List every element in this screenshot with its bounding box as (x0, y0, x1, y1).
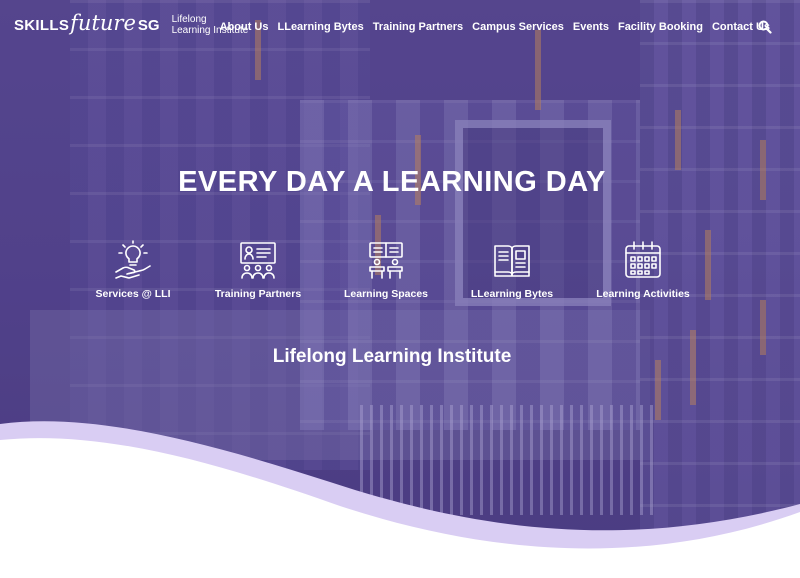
site-header: SKILLS future SG Lifelong Learning Insti… (0, 0, 800, 54)
search-icon[interactable] (758, 20, 772, 34)
calendar-icon (578, 240, 708, 280)
feature-services-label: Services @ LLI (95, 288, 171, 300)
logo-sg-text: SG (137, 16, 160, 34)
feature-learning-spaces[interactable]: Learning Spaces (321, 240, 451, 300)
nav-llearning-bytes[interactable]: LLearning Bytes (278, 21, 364, 33)
logo-skills-text: SKILLS (14, 16, 70, 34)
nav-about-us[interactable]: About Us (220, 21, 269, 33)
feature-links: Services @ LLI Training Partners Learnin… (0, 240, 800, 320)
main-nav: About Us LLearning Bytes Training Partne… (211, 21, 770, 33)
hero-headline: EVERY DAY A LEARNING DAY (178, 166, 606, 198)
nav-facility-booking[interactable]: Facility Booking (618, 21, 703, 33)
nav-events[interactable]: Events (573, 21, 609, 33)
bottom-wave (0, 421, 800, 578)
book-icon (447, 240, 577, 280)
feature-learning-spaces-label: Learning Spaces (343, 288, 429, 300)
feature-training-partners-label: Training Partners (214, 288, 302, 300)
lightbulb-hand-icon (68, 240, 198, 280)
feature-llearning-bytes-label: LLearning Bytes (470, 288, 554, 300)
nav-campus-services[interactable]: Campus Services (472, 21, 564, 33)
presentation-icon (193, 240, 323, 280)
logo-subtitle-line1: Lifelong (171, 14, 207, 25)
logo-future-text: future (70, 11, 136, 35)
feature-learning-activities-label: Learning Activities (596, 288, 690, 300)
feature-llearning-bytes[interactable]: LLearning Bytes (447, 240, 577, 300)
feature-training-partners[interactable]: Training Partners (193, 240, 323, 300)
nav-training-partners[interactable]: Training Partners (373, 21, 463, 33)
classroom-icon (321, 240, 451, 280)
feature-services[interactable]: Services @ LLI (68, 240, 198, 300)
hero-subtitle: Lifelong Learning Institute (272, 346, 512, 367)
feature-learning-activities[interactable]: Learning Activities (578, 240, 708, 300)
